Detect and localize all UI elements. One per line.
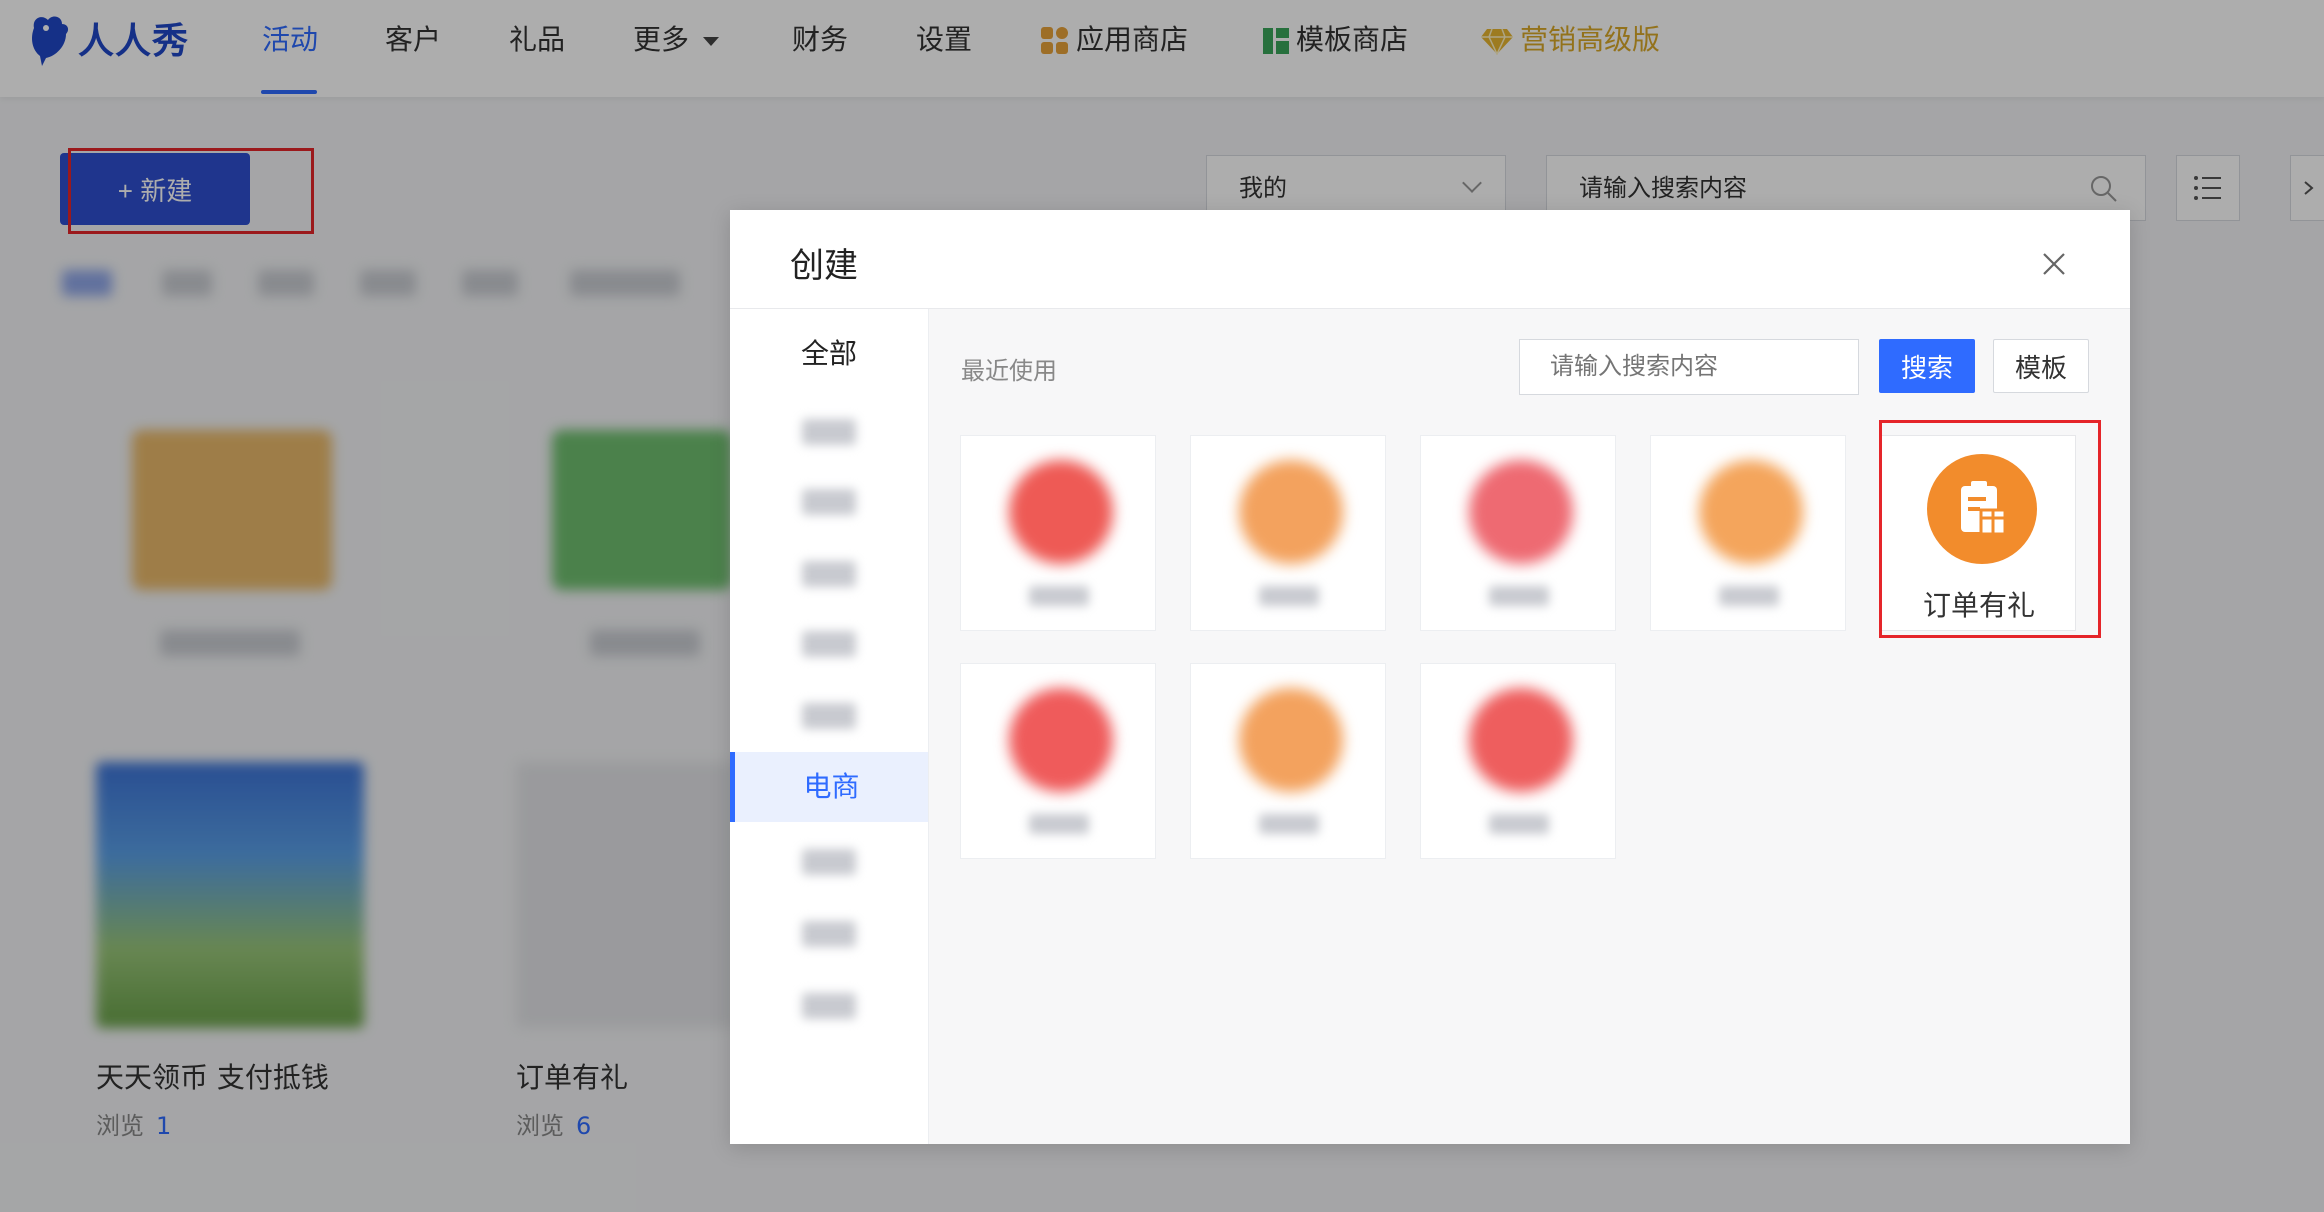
- template-tile[interactable]: [1650, 435, 1846, 631]
- blurred-category[interactable]: [802, 849, 856, 875]
- template-search-input[interactable]: [1519, 339, 1859, 395]
- blurred-template-label: [1489, 586, 1549, 606]
- template-button[interactable]: 模板: [1993, 339, 2089, 393]
- category-all[interactable]: 全部: [730, 319, 928, 389]
- blurred-category[interactable]: [802, 921, 856, 947]
- blurred-category[interactable]: [802, 631, 856, 657]
- blurred-template-label: [1029, 586, 1089, 606]
- search-button[interactable]: 搜索: [1879, 339, 1975, 393]
- blurred-template-icon: [1699, 460, 1803, 564]
- recent-used-label: 最近使用: [961, 357, 1057, 385]
- blurred-template-label: [1029, 814, 1089, 834]
- blurred-category[interactable]: [802, 489, 856, 515]
- blurred-template-label: [1259, 586, 1319, 606]
- dialog-title: 创建: [790, 246, 858, 286]
- template-tile[interactable]: [960, 663, 1156, 859]
- blurred-template-icon: [1009, 688, 1113, 792]
- blurred-category[interactable]: [802, 993, 856, 1019]
- template-tile[interactable]: [1420, 663, 1616, 859]
- category-ecommerce[interactable]: 电商: [730, 752, 928, 822]
- blurred-template-icon: [1469, 460, 1573, 564]
- blurred-template-icon: [1469, 688, 1573, 792]
- create-dialog: 创建 全部 电商 最近使用 搜索 模板: [730, 210, 2130, 1144]
- template-tile[interactable]: [1420, 435, 1616, 631]
- dialog-header: 创建: [730, 210, 2130, 309]
- highlight-box-order-gift-tile: [1879, 420, 2101, 638]
- template-tile[interactable]: [1190, 435, 1386, 631]
- close-icon[interactable]: [2040, 250, 2068, 278]
- blurred-template-label: [1719, 586, 1779, 606]
- blurred-template-label: [1489, 814, 1549, 834]
- blurred-template-icon: [1239, 688, 1343, 792]
- category-sidebar: 全部 电商: [730, 309, 929, 1144]
- blurred-category[interactable]: [802, 561, 856, 587]
- blurred-template-label: [1259, 814, 1319, 834]
- blurred-template-icon: [1009, 460, 1113, 564]
- template-tile[interactable]: [960, 435, 1156, 631]
- blurred-category[interactable]: [802, 703, 856, 729]
- blurred-category[interactable]: [802, 419, 856, 445]
- template-tile[interactable]: [1190, 663, 1386, 859]
- blurred-template-icon: [1239, 460, 1343, 564]
